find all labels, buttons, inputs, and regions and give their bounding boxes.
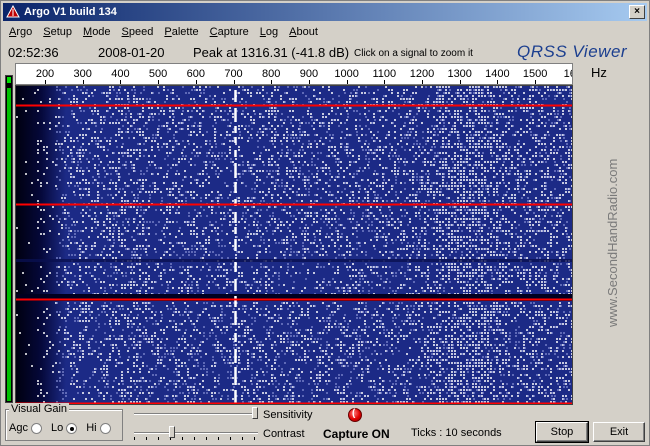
scale-label-1500: 1500 bbox=[522, 68, 548, 80]
sensitivity-slider[interactable] bbox=[134, 407, 258, 421]
scale-label-160: 160 bbox=[563, 68, 572, 80]
sensitivity-track bbox=[134, 413, 258, 415]
lo-radio[interactable] bbox=[66, 422, 78, 434]
contrast-label: Contrast bbox=[263, 428, 305, 440]
menu-mode[interactable]: Mode bbox=[77, 26, 116, 38]
scale-label-1000: 1000 bbox=[334, 68, 359, 80]
window-title: Argo V1 build 134 bbox=[24, 6, 117, 18]
waterfall-display[interactable] bbox=[15, 85, 573, 405]
scale-label-1200: 1200 bbox=[409, 68, 435, 80]
close-icon: × bbox=[634, 6, 640, 17]
watermark-text: www.SecondHandRadio.com bbox=[605, 158, 620, 327]
capture-indicator-icon[interactable] bbox=[348, 408, 362, 422]
menu-capture[interactable]: Capture bbox=[204, 26, 254, 38]
frequency-scale[interactable]: 200 300 400 500 600 700 800 900 1000 1100 1200 1300… bbox=[15, 63, 573, 85]
sensitivity-label: Sensitivity bbox=[263, 409, 313, 421]
scale-label-400: 400 bbox=[111, 68, 130, 80]
scale-tick bbox=[158, 80, 160, 84]
stop-button[interactable]: Stop bbox=[535, 421, 589, 443]
menu-log[interactable]: Log bbox=[254, 26, 283, 38]
contrast-slider[interactable] bbox=[134, 426, 258, 440]
level-meter-peak bbox=[7, 77, 11, 83]
contrast-thumb[interactable] bbox=[169, 426, 176, 438]
scale-label-700: 700 bbox=[224, 68, 243, 80]
scale-tick bbox=[45, 80, 46, 84]
waterfall-canvas[interactable] bbox=[16, 86, 572, 404]
menu-argo[interactable]: Argo bbox=[3, 26, 37, 38]
scale-tick bbox=[195, 80, 197, 84]
scale-label-200: 200 bbox=[35, 68, 55, 80]
clock-time: 02:52:36 bbox=[8, 45, 59, 60]
zoom-hint: Click on a signal to zoom it bbox=[354, 48, 473, 59]
menu-about[interactable]: About bbox=[283, 26, 323, 38]
exit-button-label: Exit bbox=[609, 426, 629, 438]
scale-label-600: 600 bbox=[186, 68, 205, 80]
scale-tick bbox=[233, 80, 235, 84]
menu-palette[interactable]: Palette bbox=[158, 26, 203, 38]
level-meter-fill bbox=[7, 88, 11, 401]
scale-label-800: 800 bbox=[262, 68, 281, 80]
scale-tick bbox=[271, 80, 273, 84]
clock-date: 2008-01-20 bbox=[98, 45, 165, 60]
contrast-track bbox=[134, 432, 258, 434]
title-bar[interactable]: Argo V1 build 134 × bbox=[3, 3, 647, 21]
scale-tick bbox=[308, 80, 310, 84]
scale-tick bbox=[346, 80, 348, 84]
scale-tick bbox=[497, 80, 499, 84]
scale-unit: Hz bbox=[591, 65, 607, 80]
hi-label: Hi bbox=[86, 422, 97, 434]
contrast-ticks bbox=[134, 437, 258, 440]
scale-tick bbox=[459, 80, 461, 84]
app-window: Argo V1 build 134 × Argo Setup Mode Spee… bbox=[0, 0, 650, 446]
peak-readout: Peak at 1316.31 (-41.8 dB) bbox=[193, 45, 350, 60]
gain-radio-row: Agc Lo Hi bbox=[9, 422, 117, 434]
sensitivity-thumb[interactable] bbox=[252, 407, 258, 419]
ticks-readout: Ticks : 10 seconds bbox=[411, 427, 502, 439]
scale-label-1300: 1300 bbox=[447, 68, 472, 80]
lo-label: Lo bbox=[50, 422, 64, 434]
scale-label-900: 900 bbox=[299, 68, 319, 80]
scale-label-1100: 1100 bbox=[372, 68, 397, 80]
app-icon bbox=[6, 5, 20, 18]
exit-button[interactable]: Exit bbox=[593, 422, 645, 442]
brand-logo: QRSS Viewer bbox=[517, 42, 628, 61]
scale-tick bbox=[535, 80, 537, 84]
level-meter bbox=[5, 75, 13, 403]
scale-tick bbox=[422, 80, 423, 84]
agc-label: Agc bbox=[9, 422, 28, 434]
visual-gain-title: Visual Gain bbox=[9, 403, 70, 415]
scale-tick bbox=[120, 80, 122, 84]
menu-speed[interactable]: Speed bbox=[116, 26, 159, 38]
capture-status: Capture ON bbox=[323, 427, 390, 441]
stop-button-label: Stop bbox=[550, 426, 574, 438]
watermark: www.SecondHandRadio.com bbox=[605, 131, 621, 331]
scale-label-500: 500 bbox=[148, 68, 168, 80]
menu-setup[interactable]: Setup bbox=[37, 26, 77, 38]
agc-radio[interactable] bbox=[30, 422, 42, 434]
scale-label-300: 300 bbox=[73, 68, 92, 80]
close-button[interactable]: × bbox=[629, 5, 645, 19]
info-bar: 02:52:36 2008-01-20 Peak at 1316.31 (-41… bbox=[1, 41, 650, 63]
scale-tick bbox=[82, 80, 84, 84]
interference-band-faint bbox=[16, 259, 572, 262]
scale-label-1400: 1400 bbox=[485, 68, 510, 80]
menu-bar: Argo Setup Mode Speed Palette Capture Lo… bbox=[3, 22, 647, 41]
hi-radio[interactable] bbox=[99, 422, 111, 434]
scale-tick bbox=[384, 80, 386, 84]
